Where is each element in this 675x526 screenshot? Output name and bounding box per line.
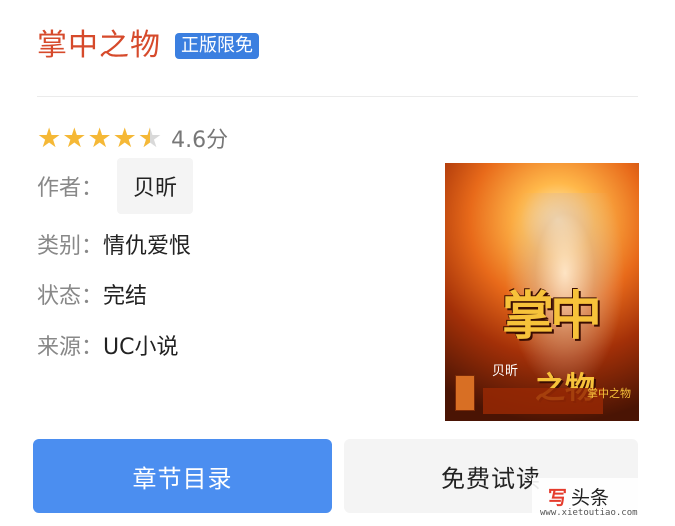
star-icon: ★ <box>87 122 112 154</box>
half-star-icon: ★ ★ <box>137 122 163 154</box>
status-label: 状态： <box>37 284 104 309</box>
divider <box>37 96 638 97</box>
cover-thumbnail <box>455 375 475 411</box>
cover-title: 掌中 <box>501 286 602 347</box>
rating-stars: ★ ★ ★ ★ ★ ★ <box>37 125 163 152</box>
category-value: 情仇爱恨 <box>103 234 192 259</box>
author-chip[interactable]: 贝昕 <box>117 158 194 214</box>
status-row: 状态： 完结 <box>37 274 147 314</box>
watermark-logo: 写 头条 <box>548 483 609 510</box>
watermark: 写 头条 www.xietoutiao.com <box>532 478 675 526</box>
watermark-logo-mark: 写 <box>548 487 568 509</box>
source-value: UC小说 <box>103 335 179 360</box>
cover-author: 贝昕 <box>492 364 519 379</box>
watermark-url: www.xietoutiao.com <box>540 508 638 518</box>
title-row: 掌中之物 正版限免 <box>37 24 259 68</box>
star-icon: ★ <box>37 122 62 154</box>
book-title: 掌中之物 <box>37 28 161 63</box>
category-label: 类别： <box>37 234 104 259</box>
cover-corner-text: 掌中之物 <box>587 387 631 400</box>
chapter-list-button[interactable]: 章节目录 <box>33 439 332 513</box>
status-value: 完结 <box>103 284 148 309</box>
rating-row: ★ ★ ★ ★ ★ ★ 4.6分 <box>37 122 228 154</box>
book-cover[interactable]: 掌中 之物 贝昕 掌中之物 <box>445 163 639 421</box>
category-row: 类别： 情仇爱恨 <box>37 224 191 264</box>
watermark-logo-text: 头条 <box>571 487 610 509</box>
rating-score: 4.6分 <box>171 128 229 153</box>
source-label: 来源： <box>37 335 104 360</box>
star-icon: ★ <box>62 122 87 154</box>
author-label: 作者： <box>37 176 104 201</box>
source-row: 来源： UC小说 <box>37 325 178 365</box>
free-badge: 正版限免 <box>175 33 259 59</box>
star-icon: ★ <box>112 122 137 154</box>
cover-strip <box>483 388 603 414</box>
author-row: 作者： 贝昕 <box>37 158 194 214</box>
